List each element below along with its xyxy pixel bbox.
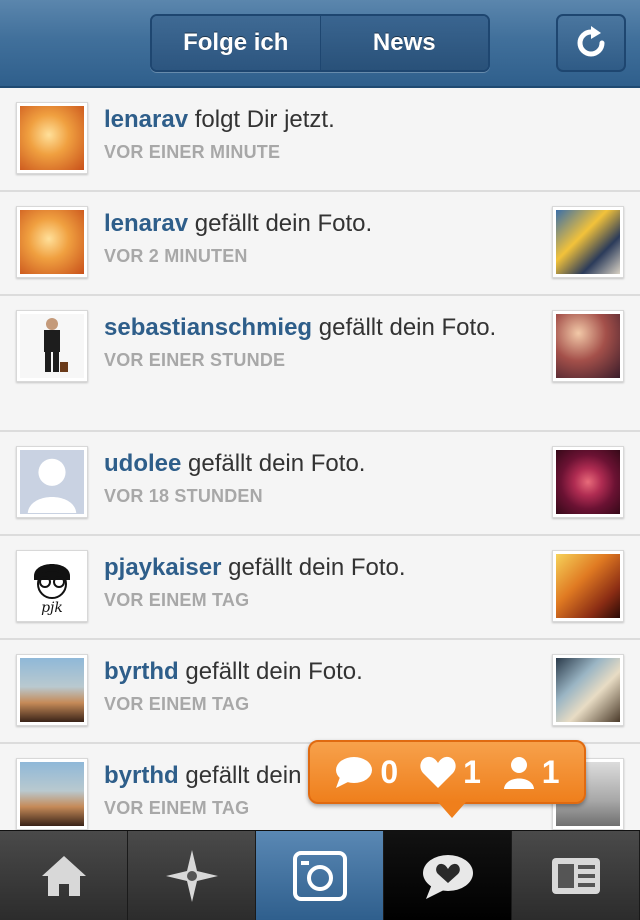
bottom-tab-bar xyxy=(0,830,640,920)
username[interactable]: lenarav xyxy=(104,106,188,133)
svg-text:pjk: pjk xyxy=(41,600,63,616)
avatar[interactable] xyxy=(16,102,88,174)
photo-thumbnail[interactable] xyxy=(552,550,624,622)
tab-explore[interactable] xyxy=(128,831,256,920)
username[interactable]: lenarav xyxy=(104,210,188,237)
notification-text: gefällt dein Foto. xyxy=(221,554,406,581)
notification-text: gefällt dein Foto. xyxy=(312,314,497,341)
follower-count: 1 xyxy=(541,753,560,790)
username[interactable]: byrthd xyxy=(104,762,179,789)
photo-thumbnail[interactable] xyxy=(552,310,624,382)
list-item[interactable]: pjk pjaykaiser gefällt dein Foto. VOR EI… xyxy=(0,536,640,640)
person-figure-icon xyxy=(44,318,68,372)
tab-profile[interactable] xyxy=(512,831,640,920)
top-navigation-bar: Folge ich News xyxy=(0,0,640,88)
like-count: 1 xyxy=(463,753,481,790)
refresh-icon xyxy=(577,26,605,57)
camera-icon xyxy=(292,850,347,901)
avatar[interactable] xyxy=(16,206,88,278)
avatar[interactable]: pjk xyxy=(16,550,88,622)
list-item[interactable]: lenarav folgt Dir jetzt. VOR EINER MINUT… xyxy=(0,88,640,192)
tab-home[interactable] xyxy=(0,831,128,920)
timestamp: VOR EINER STUNDE xyxy=(104,350,286,370)
news-icon xyxy=(422,854,473,899)
timestamp: VOR EINEM TAG xyxy=(104,590,250,610)
list-item[interactable]: lenarav gefällt dein Foto. VOR 2 MINUTEN xyxy=(0,192,640,296)
tab-camera[interactable] xyxy=(256,831,384,920)
news-list: lenarav folgt Dir jetzt. VOR EINER MINUT… xyxy=(0,88,640,848)
username[interactable]: byrthd xyxy=(104,658,179,685)
notification-text: gefällt dein Foto. xyxy=(188,210,373,237)
popup-pointer xyxy=(438,802,466,818)
notification-text: gefällt dein Foto. xyxy=(178,658,363,685)
refresh-button[interactable] xyxy=(556,14,626,72)
default-avatar-icon xyxy=(27,458,77,513)
timestamp: VOR EINER MINUTE xyxy=(104,142,281,162)
heart-icon xyxy=(420,756,456,788)
segmented-control: Folge ich News xyxy=(150,14,490,72)
avatar[interactable] xyxy=(16,654,88,726)
username[interactable]: sebastianschmieg xyxy=(104,314,312,341)
home-icon xyxy=(41,855,86,896)
photo-thumbnail[interactable] xyxy=(552,654,624,726)
timestamp: VOR 18 STUNDEN xyxy=(104,486,263,506)
list-item[interactable]: byrthd gefällt dein Foto. VOR EINEM TAG xyxy=(0,640,640,744)
username[interactable]: pjaykaiser xyxy=(104,554,221,581)
activity-popup[interactable]: 0 1 1 xyxy=(308,740,586,818)
follower-icon xyxy=(503,757,534,789)
explore-icon xyxy=(165,849,218,902)
avatar[interactable] xyxy=(16,446,88,518)
profile-icon xyxy=(551,857,600,894)
comment-icon xyxy=(336,757,373,788)
timestamp: VOR 2 MINUTEN xyxy=(104,246,248,266)
notification-text: gefällt dein Foto. xyxy=(181,450,366,477)
tab-news[interactable]: News xyxy=(320,16,488,70)
photo-thumbnail[interactable] xyxy=(552,206,624,278)
photo-thumbnail[interactable] xyxy=(552,446,624,518)
avatar[interactable] xyxy=(16,758,88,830)
cartoon-face-icon: pjk xyxy=(34,564,70,616)
list-item[interactable]: udolee gefällt dein Foto. VOR 18 STUNDEN xyxy=(0,432,640,536)
comment-count: 0 xyxy=(380,753,399,790)
notification-text: folgt Dir jetzt. xyxy=(188,106,335,133)
timestamp: VOR EINEM TAG xyxy=(104,694,250,714)
username[interactable]: udolee xyxy=(104,450,181,477)
tab-following[interactable]: Folge ich xyxy=(152,16,321,70)
avatar[interactable] xyxy=(16,310,88,382)
list-item[interactable]: sebastianschmieg gefällt dein Foto. VOR … xyxy=(0,296,640,432)
tab-news-activity[interactable] xyxy=(384,831,512,920)
